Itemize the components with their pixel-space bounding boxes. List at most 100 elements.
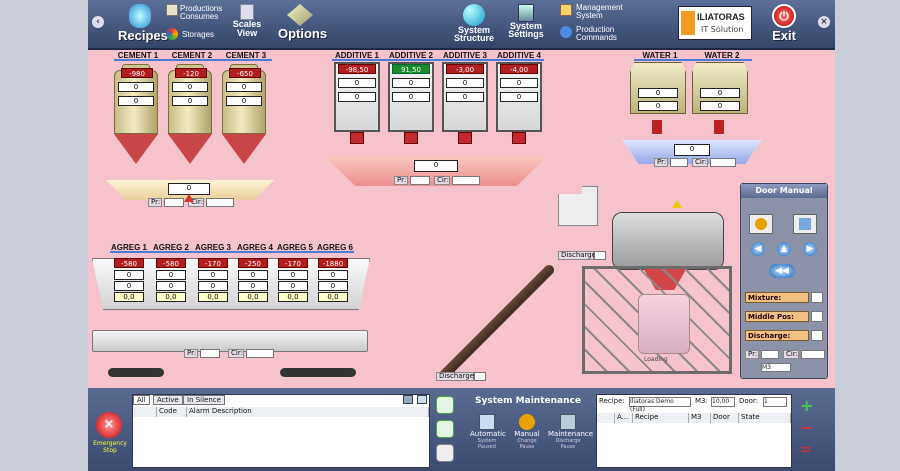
additive-scale-value: 0 bbox=[414, 160, 458, 172]
exit-button[interactable]: ⏻ Exit bbox=[766, 4, 802, 43]
rewind-button[interactable]: ◀◀ bbox=[769, 264, 795, 278]
emergency-stop-button[interactable]: × bbox=[96, 412, 122, 438]
arrow-left-button[interactable]: ◀ bbox=[751, 242, 765, 256]
gear-icon bbox=[755, 218, 767, 230]
cement-3-level-a: 0 bbox=[226, 82, 262, 92]
agreg-3-spin[interactable]: 0,0 bbox=[198, 292, 228, 302]
tab-active[interactable]: Active bbox=[153, 395, 183, 405]
m3-input[interactable]: 10,00 bbox=[711, 397, 735, 407]
cement-cir-select[interactable] bbox=[206, 198, 234, 207]
door-open-button[interactable] bbox=[749, 214, 773, 234]
additive-cir-select[interactable] bbox=[452, 176, 480, 185]
tab-in-silence[interactable]: In Silence bbox=[183, 395, 225, 405]
scroll-left-icon[interactable]: ‹ bbox=[92, 16, 104, 28]
cement-3-value: -650 bbox=[229, 68, 261, 78]
cement-2-silo[interactable]: -120 0 0 bbox=[166, 60, 214, 180]
check-icon[interactable] bbox=[436, 396, 454, 414]
mixture-value[interactable] bbox=[811, 292, 823, 303]
agreg-5-spin[interactable]: 0,0 bbox=[278, 292, 308, 302]
agreg-2-value: -580 bbox=[156, 258, 186, 268]
cement-arrow-icon bbox=[184, 194, 194, 202]
alarm-col-blank bbox=[133, 407, 157, 417]
additive-1-bin[interactable]: -98,50 0 0 bbox=[334, 62, 380, 144]
system-structure-button[interactable]: System Structure bbox=[450, 4, 498, 43]
cement-1-level-a: 0 bbox=[118, 82, 154, 92]
mail-icon[interactable] bbox=[403, 395, 413, 404]
agreg-1-level-a: 0 bbox=[114, 270, 144, 280]
agreg-5-value: -170 bbox=[278, 258, 308, 268]
additive-pr-label: Pr: bbox=[394, 176, 408, 185]
agreg-4-level-b: 0 bbox=[238, 281, 268, 291]
conveyor-discharge-value[interactable] bbox=[474, 372, 486, 381]
water-pr-select[interactable] bbox=[670, 158, 688, 167]
middle-pos-value[interactable] bbox=[811, 311, 823, 322]
water-cir-select[interactable] bbox=[710, 158, 736, 167]
storages-label: Storages bbox=[182, 30, 215, 39]
bottom-panel: × Emergency Stop All Active In Silence C… bbox=[88, 388, 835, 471]
door-manual-panel: Door Manual ◀ ▲ ▶ ◀◀ Mixture: Middle Pos… bbox=[740, 183, 828, 379]
agreg-1-spin[interactable]: 0,0 bbox=[114, 292, 144, 302]
scales-view-button[interactable]: Scales View bbox=[230, 4, 264, 38]
door-select[interactable]: 1 bbox=[763, 397, 787, 407]
clear-recipe-icon[interactable]: = bbox=[800, 442, 820, 458]
arrow-up-button[interactable]: ▲ bbox=[777, 242, 791, 256]
mixer-discharge-value[interactable] bbox=[594, 251, 606, 260]
system-structure-label: System Structure bbox=[453, 25, 494, 43]
options-button[interactable]: Options bbox=[278, 4, 328, 41]
agreg-6-spin[interactable]: 0,0 bbox=[318, 292, 348, 302]
additive-1-value: -98,50 bbox=[338, 64, 376, 74]
agreg-4-spin[interactable]: 0,0 bbox=[238, 292, 268, 302]
door-cir-label: Cir: bbox=[783, 350, 799, 359]
system-settings-label: System Settings bbox=[508, 21, 544, 39]
recipe-select[interactable]: Iliatoras Demo (Full) bbox=[629, 397, 691, 413]
cement-1-silo[interactable]: -980 0 0 bbox=[112, 60, 160, 180]
additive-1-level-a: 0 bbox=[338, 78, 376, 88]
additive-pr-select[interactable] bbox=[410, 176, 430, 185]
alarm-panel: All Active In Silence Code Alarm Descrip… bbox=[132, 394, 430, 468]
options-label: Options bbox=[278, 26, 328, 41]
system-settings-button[interactable]: System Settings bbox=[502, 4, 550, 39]
recipe-col-a: A... bbox=[615, 413, 633, 423]
recipes-button[interactable]: Recipes bbox=[118, 4, 168, 43]
middle-pos-label: Middle Pos: bbox=[745, 311, 809, 322]
additive-2-level-a: 0 bbox=[392, 78, 430, 88]
door-pr-select[interactable] bbox=[761, 350, 779, 359]
add-recipe-icon[interactable]: + bbox=[800, 398, 820, 414]
cement-1-value: -980 bbox=[121, 68, 153, 78]
options-icon bbox=[287, 4, 313, 26]
door-m3-select[interactable]: M3 bbox=[761, 363, 791, 372]
maintenance-title: System Maintenance bbox=[475, 396, 581, 406]
refresh-icon[interactable] bbox=[436, 420, 454, 438]
door-cir-select[interactable] bbox=[801, 350, 825, 359]
agreg-cir-select[interactable] bbox=[246, 349, 274, 358]
tab-all[interactable]: All bbox=[133, 395, 150, 405]
automatic-label: Automatic bbox=[470, 430, 506, 438]
door-discharge-value[interactable] bbox=[811, 330, 823, 341]
additive-3-bin[interactable]: -3,00 0 0 bbox=[442, 62, 488, 144]
agreg-2-spin[interactable]: 0,0 bbox=[156, 292, 186, 302]
agreg-4-value: -250 bbox=[238, 258, 268, 268]
maintenance-button[interactable]: Maintenance Discharge Pause bbox=[548, 414, 593, 450]
water-1-level-b: 0 bbox=[638, 101, 678, 111]
page-icon[interactable] bbox=[436, 444, 454, 462]
agreg-pr-select[interactable] bbox=[200, 349, 220, 358]
additive-2-value: 91,50 bbox=[392, 64, 430, 74]
top-toolbar: Recipes Productions Consumes Storages Sc… bbox=[88, 0, 835, 50]
recipe-col-blank bbox=[597, 413, 615, 423]
remove-recipe-icon[interactable]: − bbox=[800, 420, 820, 436]
print-icon[interactable] bbox=[417, 395, 427, 404]
cement-pr-select[interactable] bbox=[164, 198, 184, 207]
cement-2-level-b: 0 bbox=[172, 96, 208, 106]
additive-2-bin[interactable]: 91,50 0 0 bbox=[388, 62, 434, 144]
truck bbox=[638, 294, 690, 354]
cement-3-silo[interactable]: -650 0 0 bbox=[220, 60, 268, 180]
door-close-button[interactable] bbox=[793, 214, 817, 234]
close-icon[interactable]: × bbox=[818, 16, 830, 28]
mixer-drum[interactable] bbox=[612, 212, 724, 270]
automatic-button[interactable]: Automatic System Paused bbox=[470, 414, 506, 450]
arrow-right-button[interactable]: ▶ bbox=[803, 242, 817, 256]
conveyor-discharge-label: Discharge: bbox=[436, 372, 476, 381]
additive-4-bin[interactable]: -4,00 0 0 bbox=[496, 62, 542, 144]
agreg-5-level-a: 0 bbox=[278, 270, 308, 280]
manual-button[interactable]: Manual Change Pause bbox=[510, 414, 544, 450]
